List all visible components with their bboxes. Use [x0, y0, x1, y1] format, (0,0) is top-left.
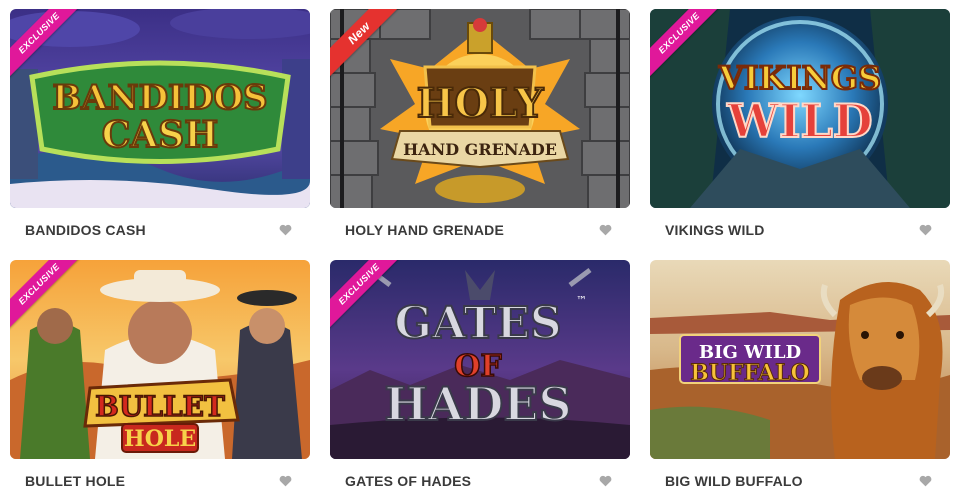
heart-icon	[919, 475, 931, 487]
game-card-bullet-hole: BULLET HOLE EXCLUSIVE BULLET HOLE	[10, 260, 310, 500]
heart-icon	[599, 475, 611, 487]
game-title[interactable]: BULLET HOLE	[25, 473, 125, 489]
heart-icon	[919, 224, 931, 236]
game-logo-line: HOLE	[124, 426, 196, 452]
game-title-row: VIKINGS WILD	[650, 216, 950, 244]
favorite-button[interactable]	[594, 219, 616, 241]
game-thumbnail[interactable]: VIKINGS WILD EXCLUSIVE	[650, 9, 950, 208]
game-logo-line: WILD	[726, 94, 872, 148]
game-logo-line: BANDIDOS	[52, 78, 267, 118]
game-logo-line: HOLY	[417, 80, 544, 127]
favorite-button[interactable]	[274, 219, 296, 241]
game-logo-line: CASH	[102, 114, 219, 156]
game-title-row: GATES OF HADES	[330, 467, 630, 495]
trademark-mark: ™	[576, 294, 587, 307]
favorite-button[interactable]	[914, 219, 936, 241]
game-title-row: BIG WILD BUFFALO	[650, 467, 950, 495]
game-logo-line: HAND GRENADE	[403, 140, 557, 159]
game-title-row: HOLY HAND GRENADE	[330, 216, 630, 244]
game-thumbnail[interactable]: BANDIDOS CASH EXCLUSIVE	[10, 9, 310, 208]
heart-icon	[279, 475, 291, 487]
heart-icon	[279, 224, 291, 236]
game-title[interactable]: BIG WILD BUFFALO	[665, 473, 803, 489]
game-artwork: BIG WILD BUFFALO	[650, 260, 950, 459]
game-thumbnail[interactable]: HOLY HAND GRENADE New	[330, 9, 630, 208]
game-logo-line: HADES	[384, 377, 571, 431]
game-title[interactable]: VIKINGS WILD	[665, 222, 765, 238]
favorite-button[interactable]	[914, 470, 936, 492]
game-artwork: VIKINGS WILD	[650, 9, 950, 208]
game-artwork: BULLET HOLE	[10, 260, 310, 459]
game-thumbnail[interactable]: GATES ™ OF HADES EXCLUSIVE	[330, 260, 630, 459]
game-artwork: GATES ™ OF HADES	[330, 260, 630, 459]
game-title-row: BULLET HOLE	[10, 467, 310, 495]
game-title[interactable]: BANDIDOS CASH	[25, 222, 146, 238]
game-card-holy-hand-grenade: HOLY HAND GRENADE New HOLY HAND GRENADE	[330, 9, 630, 249]
game-title[interactable]: HOLY HAND GRENADE	[345, 222, 504, 238]
favorite-button[interactable]	[594, 470, 616, 492]
game-title[interactable]: GATES OF HADES	[345, 473, 471, 489]
favorite-button[interactable]	[274, 470, 296, 492]
game-card-gates-of-hades: GATES ™ OF HADES EXCLUSIVE GATES OF HADE…	[330, 260, 630, 500]
game-thumbnail[interactable]: BULLET HOLE EXCLUSIVE	[10, 260, 310, 459]
game-logo-line: BULLET	[95, 390, 225, 423]
game-card-big-wild-buffalo: BIG WILD BUFFALO BIG WILD BUFFALO	[650, 260, 950, 500]
game-logo-line: VIKINGS	[718, 59, 881, 97]
game-grid: BANDIDOS CASH EXCLUSIVE BANDIDOS CASH HO…	[0, 0, 960, 500]
game-title-row: BANDIDOS CASH	[10, 216, 310, 244]
game-thumbnail[interactable]: BIG WILD BUFFALO	[650, 260, 950, 459]
game-logo-line: GATES	[394, 298, 561, 349]
game-card-bandidos-cash: BANDIDOS CASH EXCLUSIVE BANDIDOS CASH	[10, 9, 310, 249]
game-card-vikings-wild: VIKINGS WILD EXCLUSIVE VIKINGS WILD	[650, 9, 950, 249]
game-artwork: HOLY HAND GRENADE	[330, 9, 630, 208]
game-logo-line: BUFFALO	[690, 360, 809, 386]
game-artwork: BANDIDOS CASH	[10, 9, 310, 208]
heart-icon	[599, 224, 611, 236]
